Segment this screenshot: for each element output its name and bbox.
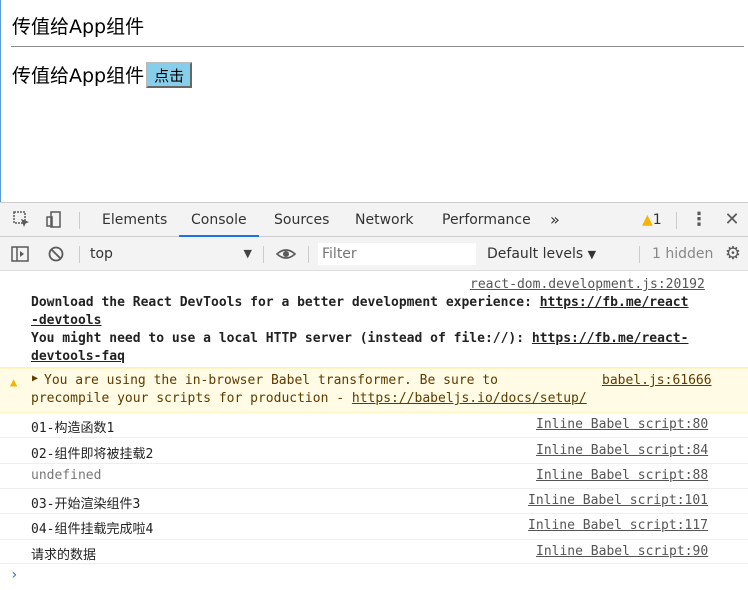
- divider: [676, 212, 677, 229]
- expand-arrow-icon[interactable]: ▶: [32, 373, 38, 384]
- horizontal-rule: [11, 46, 744, 47]
- filter-input[interactable]: [318, 243, 476, 265]
- log-source-link[interactable]: Inline Babel script:88: [536, 468, 708, 483]
- sidebar-toggle-icon[interactable]: [11, 245, 29, 263]
- divider: [263, 246, 264, 263]
- log-row: 02-组件即将被挂载2 Inline Babel script:84: [0, 438, 748, 464]
- log-text: 04-组件挂载完成啦4: [31, 522, 154, 537]
- divider: [308, 246, 309, 263]
- log-levels-dropdown[interactable]: Default levels ▼: [487, 244, 596, 265]
- log-source-link[interactable]: Inline Babel script:117: [528, 518, 708, 533]
- log-source-link[interactable]: Inline Babel script:90: [536, 544, 708, 559]
- log-row: 请求的数据 Inline Babel script:90: [0, 540, 748, 564]
- gear-icon[interactable]: ⚙: [724, 245, 742, 263]
- log-source-link[interactable]: Inline Babel script:101: [528, 493, 708, 508]
- console-toolbar: top ▼ Default levels ▼ 1 hidden ⚙: [0, 237, 748, 271]
- log-row: undefined Inline Babel script:88: [0, 464, 748, 489]
- console-log: react-dom.development.js:20192 Download …: [0, 271, 748, 583]
- devtools-tab-bar: Elements Console Sources Network Perform…: [0, 202, 748, 237]
- log-text: 02-组件即将被挂载2: [31, 447, 154, 462]
- message-link[interactable]: https://fb.me/react: [540, 295, 689, 310]
- close-icon[interactable]: ✕: [723, 211, 741, 229]
- divider: [639, 246, 640, 263]
- message-link[interactable]: https://babeljs.io/docs/setup/: [352, 391, 587, 406]
- hidden-count: 1 hidden: [652, 246, 714, 262]
- child-component-text: 传值给App组件: [12, 65, 145, 87]
- tab-elements[interactable]: Elements: [90, 203, 179, 237]
- console-message: react-dom.development.js:20192 Download …: [0, 271, 748, 368]
- warning-triangle-icon: ▲: [642, 212, 653, 228]
- child-component-row: 传值给App组件 点击: [12, 61, 193, 88]
- message-link[interactable]: https://fb.me/react-: [532, 331, 689, 346]
- divider: [79, 212, 80, 229]
- message-source-link[interactable]: react-dom.development.js:20192: [470, 277, 705, 292]
- console-prompt-icon[interactable]: ›: [10, 567, 18, 583]
- log-text: 03-开始渲染组件3: [31, 497, 141, 512]
- context-selector[interactable]: top ▼: [90, 244, 252, 264]
- dropdown-arrow-icon: ▼: [243, 247, 252, 260]
- tab-console[interactable]: Console: [179, 203, 259, 237]
- click-button[interactable]: 点击: [146, 61, 193, 88]
- message-source-link[interactable]: babel.js:61666: [602, 373, 712, 388]
- warning-triangle-icon: ▲: [10, 375, 18, 389]
- log-row: 01-构造函数1 Inline Babel script:80: [0, 413, 748, 438]
- devtools-panel: Elements Console Sources Network Perform…: [0, 202, 748, 590]
- divider: [79, 246, 80, 263]
- log-text: 01-构造函数1: [31, 421, 115, 436]
- log-text: 请求的数据: [31, 548, 97, 563]
- context-label: top: [90, 246, 113, 262]
- message-text: You might need to use a local HTTP serve…: [31, 331, 689, 346]
- kebab-menu-icon[interactable]: ⋮: [690, 211, 708, 229]
- log-row: 03-开始渲染组件3 Inline Babel script:101: [0, 489, 748, 514]
- page-heading: 传值给App组件: [12, 16, 145, 38]
- message-link[interactable]: devtools-faq: [31, 349, 125, 364]
- tab-performance[interactable]: Performance: [430, 203, 543, 237]
- eye-icon[interactable]: [275, 245, 297, 263]
- log-source-link[interactable]: Inline Babel script:80: [536, 417, 708, 432]
- more-tabs-icon[interactable]: »: [538, 203, 572, 237]
- device-toolbar-icon[interactable]: [45, 211, 63, 229]
- warning-counter[interactable]: ▲1: [642, 212, 662, 228]
- inspect-element-icon[interactable]: [13, 211, 31, 229]
- rendered-page: 传值给App组件 传值给App组件 点击: [0, 0, 748, 202]
- clear-console-icon[interactable]: [47, 245, 65, 263]
- dropdown-arrow-icon: ▼: [587, 248, 597, 261]
- message-text: precompile your scripts for production -…: [31, 391, 587, 406]
- message-link[interactable]: -devtools: [31, 313, 101, 328]
- log-text: undefined: [31, 468, 102, 483]
- console-warning: ▲ ▶ babel.js:61666 You are using the in-…: [0, 368, 748, 413]
- message-text: You are using the in-browser Babel trans…: [44, 373, 498, 388]
- tab-sources[interactable]: Sources: [262, 203, 341, 237]
- log-row: 04-组件挂载完成啦4 Inline Babel script:117: [0, 514, 748, 540]
- message-text: Download the React DevTools for a better…: [31, 295, 689, 310]
- log-source-link[interactable]: Inline Babel script:84: [536, 443, 708, 458]
- tab-network[interactable]: Network: [343, 203, 425, 237]
